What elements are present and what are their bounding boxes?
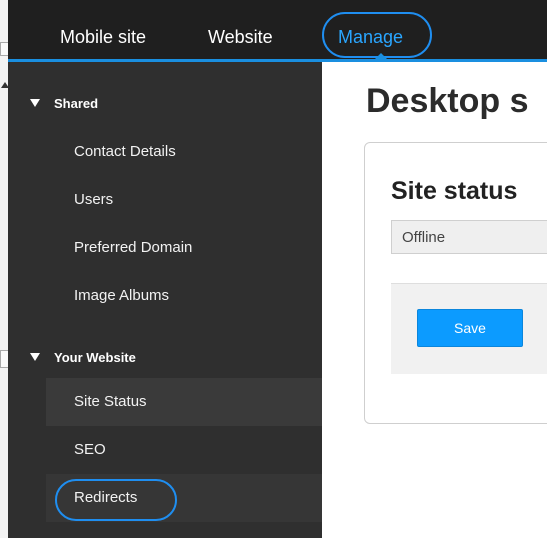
site-status-heading: Site status [391, 177, 518, 205]
nav-website[interactable]: Website [208, 0, 273, 59]
top-navigation-bar: Mobile site Website Manage [8, 0, 547, 62]
expand-triangle-icon [30, 99, 40, 107]
sidebar-item-preferred-domain[interactable]: Preferred Domain [46, 224, 322, 272]
save-button[interactable]: Save [417, 309, 523, 347]
site-status-select[interactable]: Offline [391, 220, 547, 254]
redirects-highlight-circle [55, 479, 177, 521]
sidebar-item-image-albums[interactable]: Image Albums [46, 272, 322, 320]
sidebar-item-users[interactable]: Users [46, 176, 322, 224]
page-title: Desktop s [366, 82, 529, 120]
sidebar-section-your-website[interactable]: Your Website [8, 334, 322, 382]
nav-mobile-site[interactable]: Mobile site [60, 0, 146, 59]
sidebar: Shared Contact Details Users Preferred D… [8, 62, 322, 538]
section-label: Shared [54, 96, 99, 111]
section-label: Your Website [54, 350, 136, 365]
sidebar-item-seo[interactable]: SEO [46, 426, 322, 474]
sidebar-item-site-status[interactable]: Site Status [46, 378, 322, 426]
sidebar-item-contact-details[interactable]: Contact Details [46, 128, 322, 176]
manage-highlight-circle [322, 12, 432, 58]
sidebar-section-shared[interactable]: Shared [8, 80, 322, 128]
form-actions-panel: Save [391, 283, 547, 374]
active-tab-pointer-icon [374, 53, 388, 60]
main-content: Desktop s Site status Offline Save [322, 62, 547, 538]
site-status-card: Site status Offline Save [364, 142, 547, 424]
expand-triangle-icon [30, 353, 40, 361]
